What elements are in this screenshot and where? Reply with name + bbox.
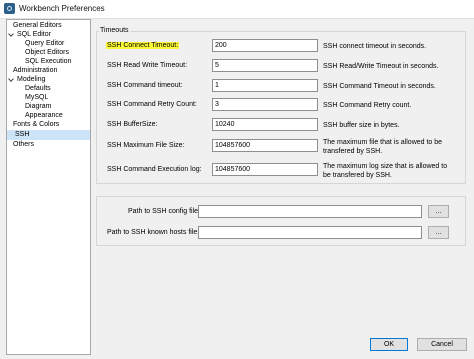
sidebar-item-label: Administration: [13, 67, 58, 74]
ssh-connect-timeout-description: SSH connect timeout in seconds.: [323, 43, 427, 50]
ssh-maximum-file-size-field[interactable]: [212, 139, 318, 152]
window-title: Workbench Preferences: [19, 4, 105, 13]
ssh-known-hosts-path-field[interactable]: [198, 226, 422, 239]
sidebar-item-label: SQL Execution: [25, 58, 72, 65]
chevron-down-icon[interactable]: [8, 76, 14, 82]
sidebar-item-administration[interactable]: Administration: [13, 66, 57, 75]
mysql-workbench-icon: [4, 3, 15, 14]
sidebar-item-appearance[interactable]: Appearance: [25, 111, 63, 120]
sidebar-item-label: Object Editors: [25, 49, 69, 56]
cancel-button[interactable]: Cancel: [417, 338, 467, 351]
ssh-maximum-file-size-label: SSH Maximum File Size:: [107, 142, 185, 149]
ssh-maximum-file-size-description: The maximum file that is allowed to be t…: [323, 139, 443, 155]
ssh-command-timeout-label: SSH Command timeout:: [107, 82, 183, 89]
ssh-connect-timeout-label: SSH Connect Timeout:: [106, 42, 180, 49]
sidebar-item-label: Appearance: [25, 112, 63, 119]
ssh-command-timeout-description: SSH Command Timeout in seconds.: [323, 83, 436, 90]
ssh-read-write-timeout-label: SSH Read Write Timeout:: [107, 62, 188, 69]
ssh-known-hosts-path-label: Path to SSH known hosts file:: [107, 229, 200, 236]
sidebar-item-label: Diagram: [25, 103, 52, 110]
ssh-config-path-field[interactable]: [198, 205, 422, 218]
ssh-command-execution-log-description: The maximum log size that is allowed to …: [323, 163, 448, 179]
sidebar-item-query-editor[interactable]: Query Editor: [25, 39, 64, 48]
ssh-command-timeout-field[interactable]: [212, 79, 318, 92]
sidebar-item-label: Query Editor: [25, 40, 65, 47]
sidebar-item-label: MySQL: [25, 94, 49, 101]
sidebar-item-modeling[interactable]: Modeling: [17, 75, 45, 84]
ssh-command-retry-count-field[interactable]: [212, 98, 318, 111]
sidebar-item-label: Fonts & Colors: [13, 121, 60, 128]
browse-ssh-known-hosts-button[interactable]: ...: [428, 226, 449, 239]
sidebar-item-others[interactable]: Others: [13, 140, 34, 149]
sidebar-item-object-editors[interactable]: Object Editors: [25, 48, 69, 57]
ssh-buffer-size-label: SSH BufferSize:: [107, 121, 158, 128]
sidebar-item-label: SQL Editor: [17, 31, 51, 38]
ssh-read-write-timeout-field[interactable]: [212, 59, 318, 72]
sidebar-item-diagram[interactable]: Diagram: [25, 102, 51, 111]
sidebar-item-label: Defaults: [25, 85, 51, 92]
ssh-command-execution-log-field[interactable]: [212, 163, 318, 176]
ssh-config-path-label: Path to SSH config file:: [128, 208, 200, 215]
ssh-command-retry-count-description: SSH Command Retry count.: [323, 102, 412, 109]
chevron-down-icon[interactable]: [8, 31, 14, 37]
sidebar-item-label: SSH: [15, 131, 30, 138]
ssh-command-execution-log-label: SSH Command Execution log:: [107, 166, 202, 173]
ssh-connect-timeout-field[interactable]: [212, 39, 318, 52]
sidebar-item-sql-editor[interactable]: SQL Editor: [17, 30, 51, 39]
sidebar-item-sql-execution[interactable]: SQL Execution: [25, 57, 71, 66]
sidebar-item-label: Others: [13, 141, 35, 148]
ssh-read-write-timeout-description: SSH Read/Write Timeout in seconds.: [323, 63, 439, 70]
browse-ssh-config-button[interactable]: ...: [428, 205, 449, 218]
sidebar-item-label: Modeling: [17, 76, 46, 83]
ssh-buffer-size-field[interactable]: [212, 118, 318, 131]
title-bar: Workbench Preferences: [0, 0, 474, 19]
sidebar-item-mysql[interactable]: MySQL: [25, 93, 48, 102]
timeouts-legend: Timeouts: [99, 27, 130, 34]
sidebar-item-ssh[interactable]: SSH: [7, 130, 90, 140]
preferences-tree[interactable]: General Editors SQL Editor Query Editor …: [6, 19, 91, 355]
sidebar-item-general-editors[interactable]: General Editors: [13, 21, 62, 30]
sidebar-item-defaults[interactable]: Defaults: [25, 84, 51, 93]
sidebar-item-label: General Editors: [13, 22, 62, 29]
sidebar-item-fonts-colors[interactable]: Fonts & Colors: [13, 120, 59, 129]
ok-button[interactable]: OK: [370, 338, 408, 351]
ssh-buffer-size-description: SSH buffer size in bytes.: [323, 122, 400, 129]
ssh-command-retry-count-label: SSH Command Retry Count:: [107, 101, 197, 108]
